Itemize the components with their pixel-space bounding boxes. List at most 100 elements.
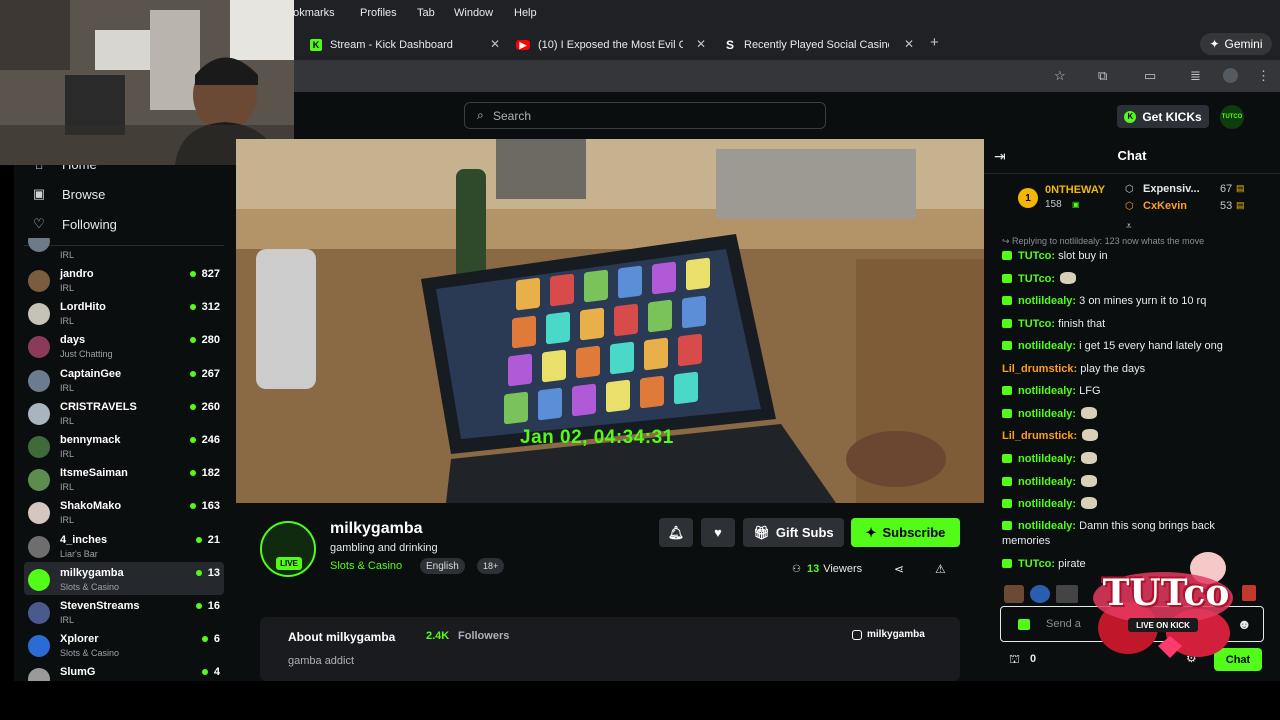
more-icon[interactable]: ⋮	[1257, 68, 1270, 84]
subscribe-button[interactable]: ✦ Subscribe	[851, 518, 960, 547]
sidebar-channel-slumg[interactable]: SlumG 4	[24, 661, 224, 681]
follow-button[interactable]: ♥	[701, 518, 735, 547]
gift-subs-button[interactable]: 🎁︎ Gift Subs	[743, 518, 844, 547]
live-dot-icon	[189, 337, 196, 344]
tab-youtube[interactable]: ▶ (10) I Exposed the Most Evil C ✕	[516, 32, 706, 58]
followers-count: 2.4K	[426, 630, 450, 642]
sidebar-channel-milkygamba[interactable]: milkygamba Slots & Casino 13	[24, 561, 224, 595]
nav-browse[interactable]: ▣ Browse	[30, 186, 106, 202]
emote-icon[interactable]	[1056, 585, 1078, 603]
menu-tab[interactable]: Tab	[417, 7, 435, 19]
chat-username[interactable]: notlildealy	[1018, 408, 1072, 420]
channel-category: IRL	[60, 250, 75, 260]
share-icon[interactable]: ⋖	[894, 562, 904, 576]
chat-username[interactable]: TUTco	[1018, 250, 1051, 262]
bell-icon: 🔔︎	[667, 524, 685, 540]
live-dot-icon	[189, 304, 196, 311]
menu-profiles[interactable]: Profiles	[360, 7, 397, 19]
gemini-button[interactable]: ✦ Gemini	[1200, 33, 1272, 55]
menu-bookmarks[interactable]: ookmarks	[287, 7, 335, 19]
avatar	[28, 502, 50, 525]
slot-tile	[674, 371, 698, 405]
reply-note-text: Replying to notlildealy: 123 now whats t…	[1012, 236, 1205, 246]
instagram-link[interactable]: milkygamba	[852, 629, 925, 640]
sidebar-channel-4_inches[interactable]: 4_inches Liar's Bar 21	[24, 529, 224, 562]
sidebar-channel-days[interactable]: days Just Chatting 280	[24, 329, 224, 362]
channel-category: IRL	[60, 415, 75, 426]
menu-help[interactable]: Help	[514, 7, 537, 19]
profile-avatar[interactable]	[1223, 68, 1238, 83]
close-icon[interactable]: ✕	[696, 37, 706, 51]
chat-username[interactable]: notlildealy	[1018, 520, 1072, 532]
chat-text: i get 15 every hand lately ong	[1079, 340, 1223, 352]
user-avatar[interactable]: TUTCO	[1220, 105, 1244, 129]
slot-tile	[678, 333, 702, 367]
chat-username[interactable]: notlildealy	[1018, 340, 1072, 352]
chat-username[interactable]: notlildealy	[1018, 295, 1072, 307]
chat-username[interactable]: Lil_drumstick	[1002, 430, 1074, 442]
sidebar-channel-stevenstreams[interactable]: StevenStreams IRL 16	[24, 595, 224, 628]
sidebar-channel-shakomako[interactable]: ShakoMako IRL 163	[24, 495, 224, 528]
bookmark-star-icon[interactable]: ☆	[1054, 68, 1066, 84]
extensions-icon[interactable]: ⧉	[1098, 68, 1107, 84]
expand-leaderboard-icon[interactable]: ⩡	[1126, 221, 1132, 232]
channel-points-icon[interactable]: ⛫	[1009, 652, 1020, 668]
cast-icon[interactable]: ▭	[1144, 68, 1156, 84]
sidebar-channel-itsmesaiman[interactable]: ItsmeSaiman IRL 182	[24, 462, 224, 495]
new-tab-icon[interactable]: +	[930, 34, 939, 51]
leader-2-name[interactable]: Expensiv...	[1143, 183, 1200, 195]
viewer-count: 163	[189, 500, 220, 512]
sidebar-channel-cristravels[interactable]: CRISTRAVELS IRL 260	[24, 396, 224, 429]
slot-tile	[648, 299, 672, 333]
close-icon[interactable]: ✕	[904, 37, 914, 51]
slot-tile	[512, 315, 536, 349]
report-icon[interactable]: ⚠	[935, 562, 946, 576]
channel-name[interactable]: milkygamba	[330, 520, 422, 538]
sidebar-channel-captaingee[interactable]: CaptainGee IRL 267	[24, 363, 224, 396]
emote-icon[interactable]	[1242, 585, 1256, 601]
stream-category[interactable]: Slots & Casino	[330, 560, 402, 572]
emote-icon[interactable]	[1030, 585, 1050, 603]
leader-3-name[interactable]: CxKevin	[1143, 200, 1187, 212]
sidebar-channel-jandro[interactable]: jandro IRL 827	[24, 263, 224, 296]
chat-username[interactable]: TUTco	[1018, 318, 1051, 330]
emote-icon[interactable]	[1004, 585, 1024, 603]
viewer-count-number: 267	[201, 367, 220, 380]
emoji-icon[interactable]: ☻	[1237, 616, 1252, 632]
sidebar-channel-partial[interactable]: IRL	[24, 238, 224, 260]
leader-name[interactable]: 0NTHEWAY	[1045, 184, 1105, 196]
close-icon[interactable]: ✕	[490, 37, 500, 51]
tab-stake[interactable]: S Recently Played Social Casinc ✕	[724, 32, 914, 58]
sidebar-channel-lordhito[interactable]: LordHito IRL 312	[24, 296, 224, 329]
gift-subs-label: Gift Subs	[775, 525, 834, 540]
channel-name: ShakoMako	[60, 500, 122, 513]
viewer-count: 267	[189, 367, 220, 380]
chat-username[interactable]: notlildealy	[1018, 385, 1072, 397]
nav-following[interactable]: ♡ Following	[30, 216, 117, 232]
chat-username[interactable]: TUTco	[1018, 273, 1051, 285]
chat-username[interactable]: notlildealy	[1018, 453, 1072, 465]
video-player[interactable]: Jan 02, 04:34:31	[236, 139, 984, 503]
nav-following-label: Following	[62, 216, 117, 232]
chat-username[interactable]: notlildealy	[1018, 476, 1072, 488]
chat-message: notlildealy:	[1002, 475, 1264, 490]
notifications-button[interactable]: 🔔︎	[659, 518, 693, 547]
chat-username[interactable]: Lil_drumstick	[1002, 363, 1074, 375]
get-kicks-button[interactable]: K Get KICKs	[1117, 105, 1209, 128]
channel-name: days	[60, 334, 86, 347]
tag-18plus[interactable]: 18+	[477, 558, 505, 574]
menu-window[interactable]: Window	[454, 7, 493, 19]
chat-username[interactable]: notlildealy	[1018, 498, 1072, 510]
stream-title: gambling and drinking	[330, 542, 438, 554]
slot-tile	[652, 261, 676, 295]
sidebar-channel-bennymack[interactable]: bennymack IRL 246	[24, 429, 224, 462]
media-icon[interactable]: ≣	[1190, 68, 1201, 84]
search-input[interactable]: ⌕ Search	[464, 102, 826, 129]
chat-message: notlildealy:	[1002, 497, 1264, 512]
tab-kick-dashboard[interactable]: K Stream - Kick Dashboard ✕	[310, 32, 500, 58]
chat-colon: :	[1072, 408, 1077, 420]
chat-username[interactable]: TUTco	[1018, 558, 1051, 570]
tag-english[interactable]: English	[420, 558, 465, 574]
sidebar-channel-xplorer[interactable]: Xplorer Slots & Casino 6	[24, 628, 224, 661]
sidebar: ⌂Home ▣Browse ♡Following IRL jandroIRL82…	[14, 139, 236, 681]
